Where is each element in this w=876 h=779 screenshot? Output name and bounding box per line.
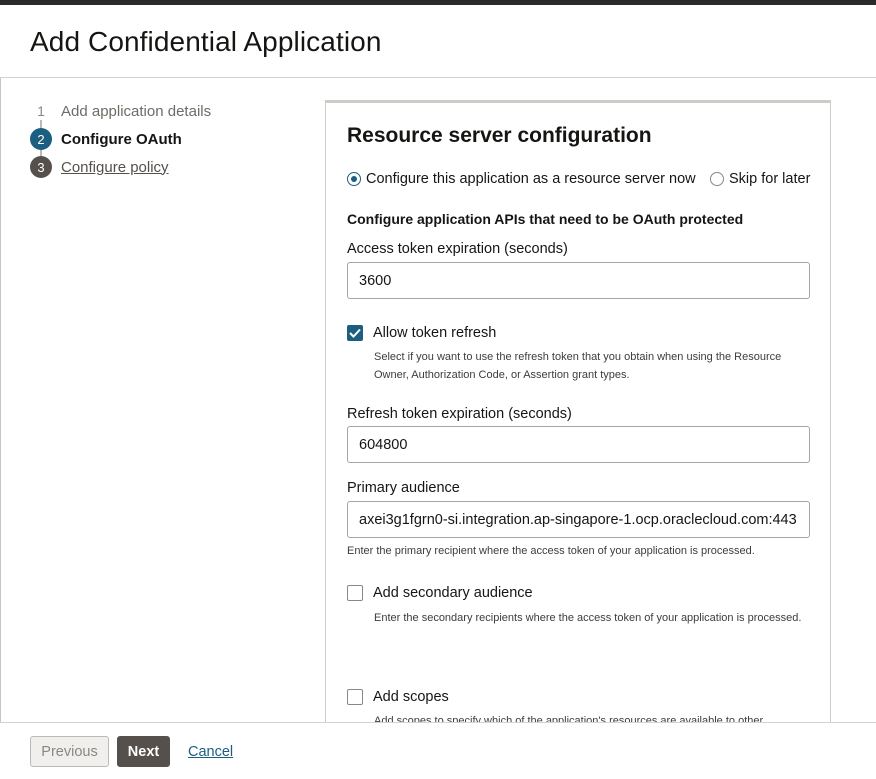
secondary-audience-checkbox-row[interactable]: Add secondary audience [347, 585, 533, 601]
step-configure-policy[interactable]: 3 Configure policy [30, 156, 169, 178]
access-token-expiration-input[interactable] [347, 262, 810, 299]
step-badge: 3 [30, 156, 52, 178]
secondary-audience-label: Add secondary audience [373, 585, 533, 601]
refresh-token-expiration-label: Refresh token expiration (seconds) [347, 406, 572, 422]
card-title: Resource server configuration [347, 124, 652, 147]
step-add-application-details[interactable]: 1 Add application details [30, 100, 211, 122]
radio-configure-now[interactable]: Configure this application as a resource… [347, 171, 696, 187]
add-scopes-label: Add scopes [373, 689, 449, 705]
allow-token-refresh-checkbox[interactable] [347, 325, 363, 341]
cancel-link[interactable]: Cancel [188, 736, 236, 767]
allow-token-refresh-checkbox-row[interactable]: Allow token refresh [347, 325, 496, 341]
primary-audience-input[interactable] [347, 501, 810, 538]
primary-audience-help: Enter the primary recipient where the ac… [347, 545, 755, 557]
previous-button[interactable]: Previous [30, 736, 109, 767]
page-title: Add Confidential Application [30, 26, 382, 57]
next-button[interactable]: Next [117, 736, 170, 767]
secondary-audience-help: Enter the secondary recipients where the… [374, 612, 802, 624]
radio-unselected-icon[interactable] [710, 172, 724, 186]
primary-audience-label: Primary audience [347, 480, 460, 496]
radio-label: Configure this application as a resource… [366, 171, 696, 187]
radio-selected-icon[interactable] [347, 172, 361, 186]
allow-token-refresh-label: Allow token refresh [373, 325, 497, 341]
step-configure-oauth[interactable]: 2 Configure OAuth [30, 128, 182, 150]
radio-skip-for-later[interactable]: Skip for later [710, 171, 810, 187]
radio-label: Skip for later [729, 171, 811, 187]
step-number: 1 [37, 103, 45, 119]
step-link-configure-policy[interactable]: Configure policy [61, 159, 169, 176]
add-scopes-checkbox[interactable] [347, 689, 363, 705]
step-badge: 2 [30, 128, 52, 150]
checkmark-icon [349, 328, 361, 338]
resource-server-card: Resource server configuration Configure … [325, 100, 831, 722]
secondary-audience-checkbox[interactable] [347, 585, 363, 601]
left-border [0, 78, 1, 722]
step-label: Configure OAuth [61, 130, 182, 148]
add-scopes-help: Add scopes to specify which of the appli… [374, 715, 764, 722]
access-token-expiration-label: Access token expiration (seconds) [347, 241, 568, 257]
page-header: Add Confidential Application [0, 5, 876, 78]
resource-server-radio-group: Configure this application as a resource… [347, 171, 822, 189]
refresh-token-expiration-input[interactable] [347, 426, 810, 463]
wizard-footer: Previous Next Cancel [0, 722, 876, 779]
step-label: Add application details [61, 102, 212, 120]
section-heading: Configure application APIs that need to … [347, 211, 744, 227]
allow-token-refresh-help: Select if you want to use the refresh to… [374, 351, 782, 381]
add-scopes-checkbox-row[interactable]: Add scopes [347, 689, 449, 705]
